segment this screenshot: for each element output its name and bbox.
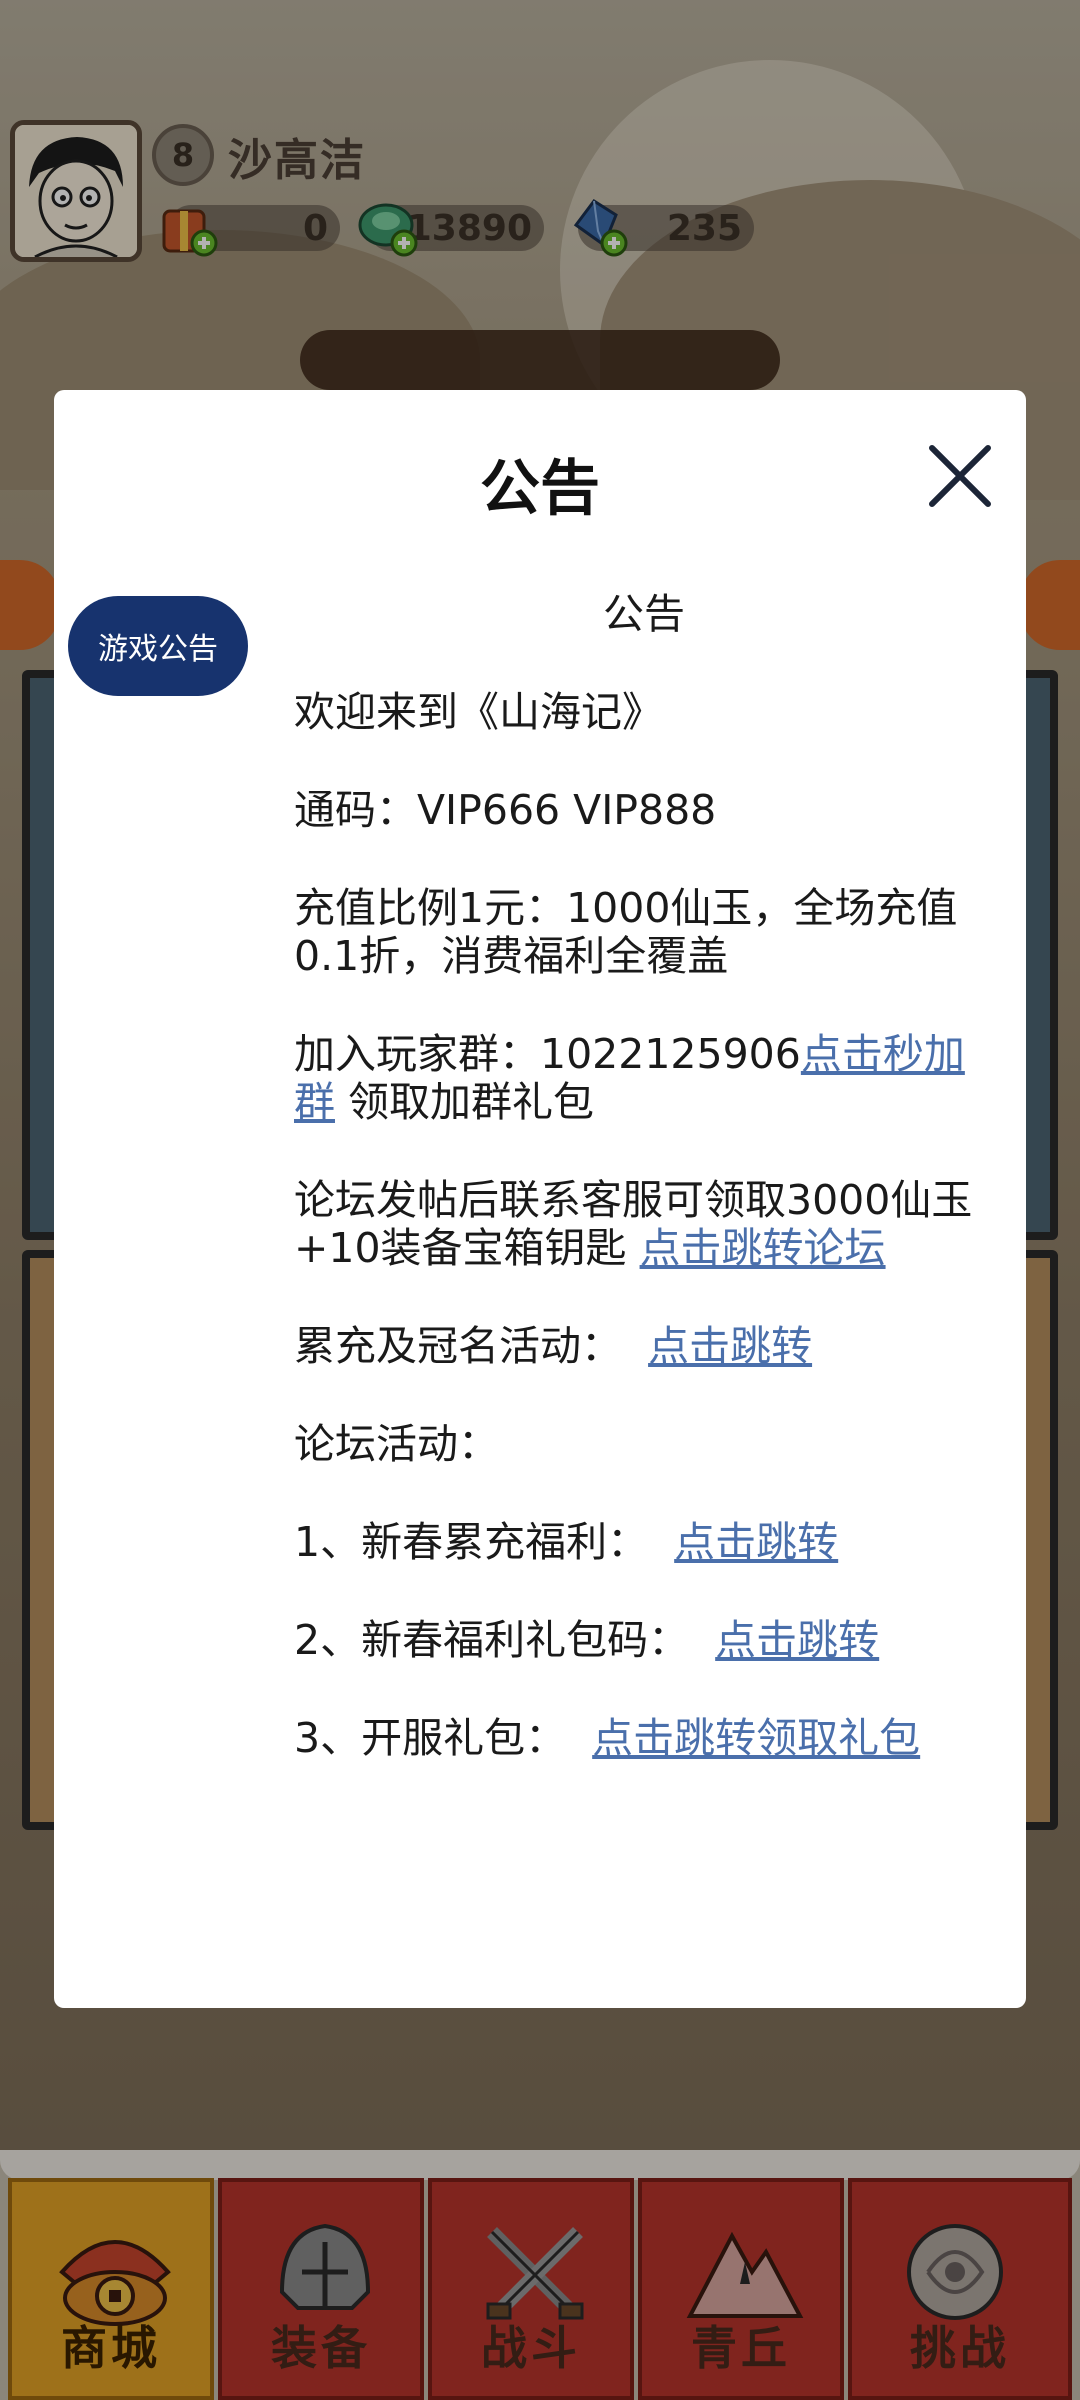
modal-title: 公告 xyxy=(480,454,600,524)
activity-item-3-text: 3、开服礼包： xyxy=(294,1714,567,1762)
activity-item-1: 1、新春累充福利： 点击跳转 xyxy=(294,1518,994,1566)
tab-game-announcement[interactable]: 游戏公告 xyxy=(68,596,248,696)
player-group-text: 加入玩家群：1022125906 xyxy=(294,1030,801,1078)
cumulative-recharge-text: 累充及冠名活动： xyxy=(294,1322,622,1370)
activity-item-1-link[interactable]: 点击跳转 xyxy=(674,1518,838,1566)
activity-item-2-link[interactable]: 点击跳转 xyxy=(715,1616,879,1664)
recharge-ratio-text: 充值比例1元：1000仙玉，全场充值0.1折，消费福利全覆盖 xyxy=(294,884,958,980)
close-icon[interactable] xyxy=(924,440,996,512)
gift-codes-text: 通码：VIP666 VIP888 xyxy=(294,786,717,834)
activity-item-2-text: 2、新春福利礼包码： xyxy=(294,1616,690,1664)
announcement-heading: 公告 xyxy=(603,590,685,638)
welcome-text: 欢迎来到《山海记》 xyxy=(294,688,663,736)
activity-item-2: 2、新春福利礼包码： 点击跳转 xyxy=(294,1616,994,1664)
forum-post-paragraph: 论坛发帖后联系客服可领取3000仙玉+10装备宝箱钥匙 点击跳转论坛 xyxy=(294,1176,994,1272)
activity-item-1-text: 1、新春累充福利： xyxy=(294,1518,649,1566)
cumulative-recharge-paragraph: 累充及冠名活动： 点击跳转 xyxy=(294,1322,994,1370)
forum-link[interactable]: 点击跳转论坛 xyxy=(640,1224,886,1272)
player-group-paragraph: 加入玩家群：1022125906点击秒加群 领取加群礼包 xyxy=(294,1030,994,1126)
group-gift-text: 领取加群礼包 xyxy=(335,1078,595,1126)
activity-item-3: 3、开服礼包： 点击跳转领取礼包 xyxy=(294,1714,994,1762)
announcement-body: 公告 欢迎来到《山海记》 通码：VIP666 VIP888 充值比例1元：100… xyxy=(294,590,994,1812)
activity-item-3-link[interactable]: 点击跳转领取礼包 xyxy=(592,1714,920,1762)
announcement-modal: 公告 游戏公告 公告 欢迎来到《山海记》 通码：VIP666 VIP888 充值… xyxy=(54,390,1026,2008)
forum-activity-heading: 论坛活动： xyxy=(294,1420,499,1468)
cumulative-recharge-link[interactable]: 点击跳转 xyxy=(648,1322,812,1370)
